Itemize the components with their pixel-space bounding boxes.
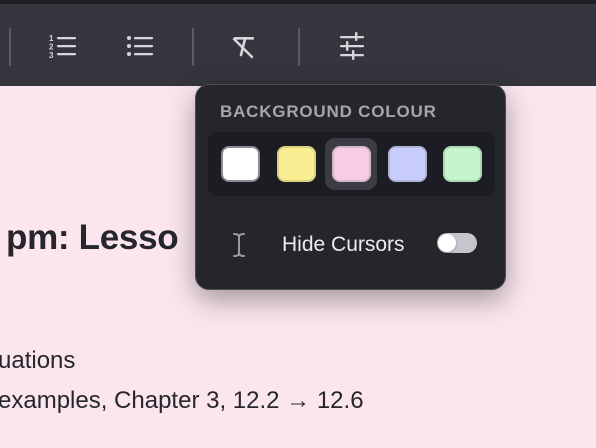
numbered-list-icon: 1 2 3: [49, 34, 76, 59]
numbered-list-button[interactable]: 1 2 3: [47, 30, 79, 62]
swatch-colour-pink: [331, 146, 371, 182]
swatch-yellow[interactable]: [270, 138, 322, 190]
swatch-colour-green: [442, 146, 482, 182]
swatch-white[interactable]: [214, 138, 266, 190]
swatch-blue[interactable]: [381, 138, 433, 190]
hide-cursors-row: Hide Cursors: [196, 223, 507, 267]
hide-cursors-toggle[interactable]: [437, 233, 477, 253]
swatch-colour-white: [220, 146, 260, 182]
swatch-colour-blue: [387, 146, 427, 182]
document-heading: pm: Lesso: [6, 218, 179, 257]
sliders-icon: [340, 32, 364, 60]
colour-swatch-row: [208, 132, 495, 196]
document-line: examples, Chapter 3, 12.2 → 12.6: [0, 387, 364, 414]
bullet-list-icon: [127, 36, 153, 56]
popover-title: BACKGROUND COLOUR: [220, 102, 437, 121]
swatch-colour-yellow: [276, 146, 316, 182]
text-cursor-icon: [233, 233, 245, 257]
bullet-list-button[interactable]: [124, 30, 156, 62]
editor-toolbar: 1 2 3: [0, 4, 596, 86]
svg-text:3: 3: [49, 51, 54, 59]
background-colour-popover: BACKGROUND COLOUR Hide Cursors: [195, 84, 506, 290]
swatch-pink[interactable]: [325, 138, 377, 190]
hide-cursors-label: Hide Cursors: [282, 233, 405, 256]
settings-sliders-button[interactable]: [336, 30, 368, 62]
toolbar-separator: [9, 28, 11, 66]
toggle-knob: [438, 234, 456, 252]
document-line: uations: [0, 347, 76, 374]
swatch-green[interactable]: [436, 138, 488, 190]
toolbar-separator: [298, 28, 300, 66]
clear-formatting-icon: [232, 37, 254, 59]
toolbar-separator: [192, 28, 194, 66]
clear-formatting-button[interactable]: [228, 30, 260, 62]
